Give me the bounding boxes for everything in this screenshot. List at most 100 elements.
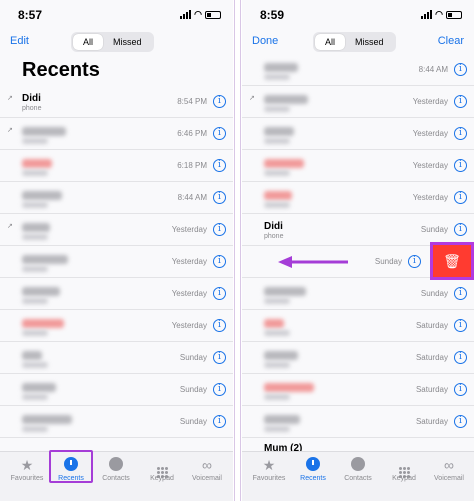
outgoing-call-icon: ↗ xyxy=(249,95,255,102)
table-row[interactable]: Saturday i xyxy=(242,342,474,374)
redacted-label xyxy=(22,170,48,176)
info-icon[interactable]: i xyxy=(213,159,226,172)
table-row[interactable]: Yesterday i xyxy=(0,278,233,310)
info-icon[interactable]: i xyxy=(213,191,226,204)
tab-label: Keypad xyxy=(150,475,174,482)
table-row[interactable]: 6:18 PM i xyxy=(0,150,233,182)
info-icon[interactable]: i xyxy=(454,95,467,108)
segment-all[interactable]: All xyxy=(315,34,346,50)
table-row[interactable]: ↗ Yesterday i xyxy=(242,86,474,118)
outgoing-call-icon: ↗ xyxy=(7,95,13,102)
info-icon[interactable]: i xyxy=(454,223,467,236)
info-icon[interactable]: i xyxy=(454,63,467,76)
contact-name: Didi xyxy=(22,93,41,104)
tab-keypad[interactable]: Keypad xyxy=(139,457,185,482)
table-row[interactable]: ↗ Yesterday i xyxy=(0,214,233,246)
table-row[interactable]: Sunday i xyxy=(0,406,233,438)
info-icon[interactable]: i xyxy=(454,191,467,204)
redacted-label xyxy=(22,298,48,304)
redacted-label xyxy=(22,330,48,336)
table-row[interactable]: ↗ 6:46 PM i xyxy=(0,118,233,150)
call-time: Yesterday xyxy=(412,97,448,106)
info-icon[interactable]: i xyxy=(213,319,226,332)
redacted-name xyxy=(264,351,298,360)
info-icon[interactable]: i xyxy=(454,415,467,428)
table-row[interactable]: Saturday i xyxy=(242,406,474,438)
info-icon[interactable]: i xyxy=(454,383,467,396)
battery-icon xyxy=(205,10,221,19)
info-icon[interactable]: i xyxy=(213,127,226,140)
call-time: Saturday xyxy=(415,321,448,330)
voicemail-icon: ∞ xyxy=(444,457,454,473)
table-row[interactable]: Yesterday i xyxy=(0,310,233,342)
redacted-name xyxy=(22,255,68,264)
call-time: Saturday xyxy=(415,353,448,362)
tab-keypad[interactable]: Keypad xyxy=(381,457,427,482)
info-icon[interactable]: i xyxy=(213,287,226,300)
tab-favourites[interactable]: ★ Favourites xyxy=(246,457,292,482)
table-row[interactable]: Yesterday i xyxy=(242,118,474,150)
info-icon[interactable]: i xyxy=(213,351,226,364)
tab-recents[interactable]: Recents xyxy=(290,457,336,482)
tab-voicemail[interactable]: ∞ Voicemail xyxy=(426,457,472,482)
table-row[interactable]: Sunday i xyxy=(242,278,474,310)
redacted-name xyxy=(22,287,60,296)
redacted-label xyxy=(22,426,48,432)
redacted-label xyxy=(264,106,290,112)
clear-button[interactable]: Clear xyxy=(438,35,464,47)
table-row[interactable]: ↗ Didi phone 8:54 PM i xyxy=(0,86,233,118)
wifi-icon: ◠ xyxy=(435,9,443,19)
edit-button[interactable]: Edit xyxy=(10,35,29,47)
info-icon[interactable]: i xyxy=(454,127,467,140)
call-time: Yesterday xyxy=(412,129,448,138)
done-button[interactable]: Done xyxy=(252,35,278,47)
nav-bar: Done All Missed Clear xyxy=(242,32,474,54)
delete-button[interactable]: 🗑 xyxy=(430,242,474,280)
recents-tab-highlight xyxy=(49,450,93,483)
table-row[interactable]: 8:44 AM i xyxy=(242,54,474,86)
tab-contacts[interactable]: Contacts xyxy=(335,457,381,482)
segmented-control: All Missed xyxy=(313,32,396,52)
contact-label: phone xyxy=(264,233,284,240)
segment-missed[interactable]: Missed xyxy=(345,34,394,50)
redacted-name xyxy=(264,287,306,296)
table-row[interactable]: Yesterday i xyxy=(242,150,474,182)
info-icon[interactable]: i xyxy=(408,255,421,268)
status-icons: ◠ xyxy=(180,9,221,20)
redacted-name xyxy=(264,95,308,104)
call-time: Yesterday xyxy=(412,161,448,170)
table-row[interactable]: Saturday i xyxy=(242,310,474,342)
table-row[interactable]: Saturday i xyxy=(242,374,474,406)
signal-icon xyxy=(180,10,192,19)
recents-list: 8:44 AM i ↗ Yesterday i Yesterday i Yesterday i Y… xyxy=(242,54,474,438)
person-icon xyxy=(335,457,381,473)
tab-favourites[interactable]: ★ Favourites xyxy=(4,457,50,482)
call-time: Yesterday xyxy=(171,225,207,234)
info-icon[interactable]: i xyxy=(454,351,467,364)
segment-all[interactable]: All xyxy=(73,34,104,50)
tab-contacts[interactable]: Contacts xyxy=(93,457,139,482)
table-row[interactable]: Yesterday i xyxy=(242,182,474,214)
wifi-icon: ◠ xyxy=(194,9,202,19)
info-icon[interactable]: i xyxy=(213,223,226,236)
table-row[interactable]: Sunday i 🗑 xyxy=(242,242,474,280)
info-icon[interactable]: i xyxy=(454,287,467,300)
info-icon[interactable]: i xyxy=(213,255,226,268)
info-icon[interactable]: i xyxy=(213,95,226,108)
info-icon[interactable]: i xyxy=(454,159,467,172)
table-row[interactable]: Sunday i xyxy=(0,374,233,406)
table-row[interactable]: Yesterday i xyxy=(0,246,233,278)
info-icon[interactable]: i xyxy=(213,415,226,428)
voicemail-icon: ∞ xyxy=(202,457,212,473)
tab-label: Contacts xyxy=(102,475,130,482)
tab-voicemail[interactable]: ∞ Voicemail xyxy=(184,457,230,482)
redacted-name xyxy=(22,319,64,328)
info-icon[interactable]: i xyxy=(454,319,467,332)
table-row[interactable]: 8:44 AM i xyxy=(0,182,233,214)
segment-missed[interactable]: Missed xyxy=(103,34,152,50)
table-row[interactable]: Sunday i xyxy=(0,342,233,374)
info-icon[interactable]: i xyxy=(213,383,226,396)
status-bar: 8:59 ◠ xyxy=(242,8,474,24)
keypad-icon xyxy=(381,457,427,478)
redacted-name xyxy=(264,415,300,424)
